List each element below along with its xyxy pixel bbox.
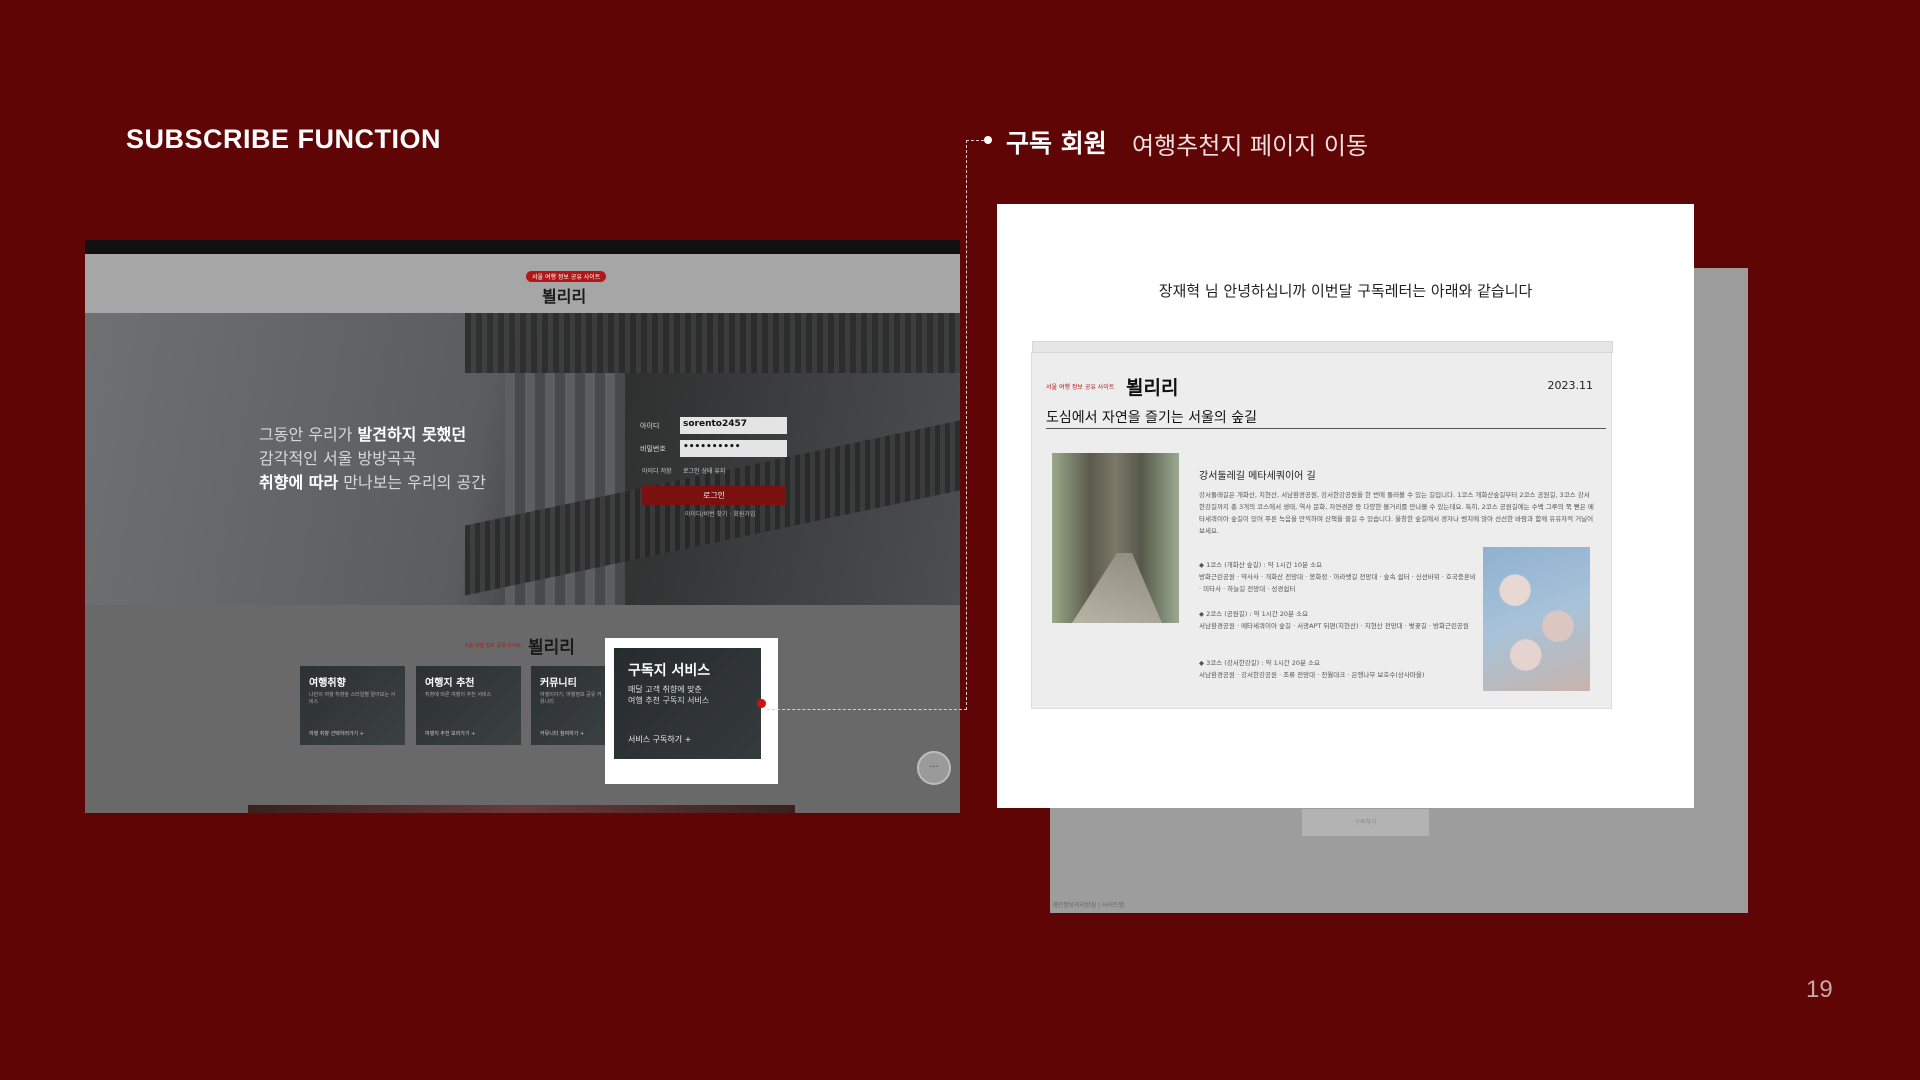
newsletter-card: 서울 여행 정보 공유 사이트 뵐리리 2023.11 도심에서 자연을 즐기는… xyxy=(1031,341,1613,709)
browser-top-bar xyxy=(85,240,960,254)
card-link[interactable]: 여행 취향 선택하러가기 + xyxy=(309,730,364,737)
password-label: 비밀번호 xyxy=(640,445,666,453)
site-header: 서울 여행 정보 공유 사이트 뵐리리 xyxy=(85,254,960,313)
newsletter-greeting: 장재혁 님 안녕하십니까 이번달 구독레터는 아래와 같습니다 xyxy=(1158,282,1533,300)
card-travel-taste[interactable]: 여행취향 나만의 여행 취향을 스타일별 알아보는 서비스 여행 취향 선택하러… xyxy=(300,666,405,745)
connector-line-bottom xyxy=(767,709,967,710)
highlight-marker-dot xyxy=(757,699,766,708)
password-input[interactable]: •••••••••• xyxy=(680,440,787,457)
lower-logo: 뵐리리 xyxy=(528,638,575,658)
lower-badge: 서울 여행 정보 공유 사이트 xyxy=(464,643,521,649)
newsletter-badge: 서울 여행 정보 공유 사이트 xyxy=(1046,384,1115,391)
subscribe-card-title: 구독지 서비스 xyxy=(628,663,711,679)
cherry-blossom-photo xyxy=(1483,547,1590,691)
newsletter-logo: 뵐리리 xyxy=(1126,377,1179,399)
forest-path-photo xyxy=(1052,453,1179,623)
newsletter-body: 강서둘레길은 개화산, 치현산, 서남환경공원, 강서한강공원을 한 번에 둘러… xyxy=(1199,491,1594,535)
course-2: ◆ 2코스 (공원길) : 약 1시간 20분 소요 서남환경공원 · 메타세쿼… xyxy=(1199,610,1469,630)
newsletter-subhead: 강서둘레길 메타세쿼이어 길 xyxy=(1199,471,1316,482)
card-desc: 여행이야기, 여행정보 공유 커뮤니티 xyxy=(540,692,602,705)
path-road-image xyxy=(1072,553,1162,623)
course-1: ◆ 1코스 (개화산 숲길) : 약 1시간 10분 소요 방화근린공원 · 약… xyxy=(1199,561,1476,593)
page-number: 19 xyxy=(1806,976,1833,1003)
remember-id-checkbox[interactable]: 아이디 저장 xyxy=(642,466,672,475)
chatbot-icon[interactable]: ··· xyxy=(917,751,951,785)
id-input[interactable]: sorento2457 xyxy=(680,417,787,434)
hero-line-1: 그동안 우리가 발견하지 못했던 xyxy=(259,425,467,444)
card-link[interactable]: 커뮤니티 참여하기 + xyxy=(540,730,584,737)
connector-line-top xyxy=(966,140,984,141)
newsletter-page-screenshot: 장재혁 님 안녕하십니까 이번달 구독레터는 아래와 같습니다 서울 여행 정보… xyxy=(997,204,1694,808)
palace-roof-image xyxy=(465,313,960,373)
newsletter-divider xyxy=(1046,428,1606,429)
subscribe-card-desc: 매달 고객 취향에 맞춘 여행 추천 구독지 서비스 xyxy=(628,685,710,705)
connector-line-vertical xyxy=(966,140,967,710)
id-label: 아이디 xyxy=(640,422,660,430)
subscribe-service-card[interactable]: 구독지 서비스 매달 고객 취향에 맞춘 여행 추천 구독지 서비스 서비스 구… xyxy=(614,648,761,759)
login-page-screenshot: 서울 여행 정보 공유 사이트 뵐리리 그동안 우리가 발견하지 못했던 감각적… xyxy=(85,240,960,813)
card-desc: 나만의 여행 취향을 스타일별 알아보는 서비스 xyxy=(309,692,396,705)
hero-banner: 그동안 우리가 발견하지 못했던 감각적인 서울 방방곡곡 취향에 따라 만나보… xyxy=(85,313,960,605)
site-logo[interactable]: 뵐리리 xyxy=(542,283,586,307)
slide-title: SUBSCRIBE FUNCTION xyxy=(126,124,442,154)
subscribe-button[interactable]: 구독하기 xyxy=(1302,809,1429,836)
card-community[interactable]: 커뮤니티 여행이야기, 여행정보 공유 커뮤니티 커뮤니티 참여하기 + xyxy=(531,666,611,745)
card-title: 커뮤니티 xyxy=(540,678,577,689)
newsletter-title: 도심에서 자연을 즐기는 서울의 숲길 xyxy=(1046,410,1257,426)
newsletter-date: 2023.11 xyxy=(1547,379,1594,392)
bottom-banner-strip xyxy=(248,805,795,813)
card-link[interactable]: 여행지 추천 보러가기 + xyxy=(425,730,475,737)
site-badge: 서울 여행 정보 공유 사이트 xyxy=(526,271,607,282)
page-footer[interactable]: 개인정보처리방침 | 사이트맵 xyxy=(1052,900,1124,909)
course-3: ◆ 3코스 (강서한강길) : 약 1시간 20분 소요 서남환경공원 · 강서… xyxy=(1199,659,1425,679)
subscribe-card-link[interactable]: 서비스 구독하기 + xyxy=(628,734,691,745)
callout-title: 구독 회원 xyxy=(1006,129,1107,158)
hero-line-3: 취향에 따라 만나보는 우리의 공간 xyxy=(259,473,486,492)
card-desc: 취향에 따른 여행지 추천 서비스 xyxy=(425,692,492,698)
login-button[interactable]: 로그인 xyxy=(642,486,786,505)
card-destination[interactable]: 여행지 추천 취향에 따른 여행지 추천 서비스 여행지 추천 보러가기 + xyxy=(416,666,521,745)
hero-line-2: 감각적인 서울 방방곡곡 xyxy=(259,449,417,468)
newsletter-card-shadow xyxy=(1032,341,1613,353)
auto-login-checkbox[interactable]: 로그인 상태 유지 xyxy=(683,466,725,475)
callout-subtitle: 여행추천지 페이지 이동 xyxy=(1132,132,1369,160)
connector-dot xyxy=(984,136,992,144)
card-title: 여행취향 xyxy=(309,678,346,689)
login-links[interactable]: 아이디/비번 찾기 · 회원가입 xyxy=(685,509,755,518)
card-title: 여행지 추천 xyxy=(425,678,475,689)
